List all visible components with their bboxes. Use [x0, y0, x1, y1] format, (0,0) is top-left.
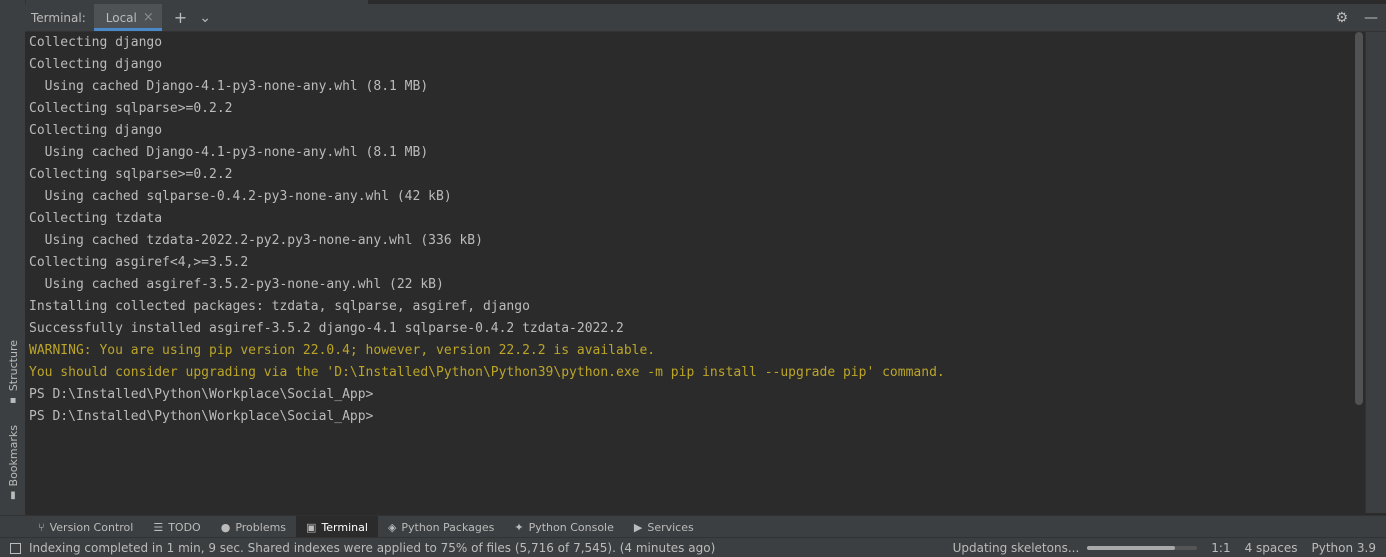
services-icon: ▶ — [633, 520, 643, 534]
bookmarks-tab-label: Bookmarks — [6, 425, 20, 487]
status-bar: Indexing completed in 1 min, 9 sec. Shar… — [0, 537, 1386, 557]
terminal-line: Using cached Django-4.1-py3-none-any.whl… — [29, 79, 429, 94]
bookmark-icon: ▮ — [10, 490, 16, 502]
terminal-line: Collecting django — [29, 57, 163, 72]
close-icon[interactable]: × — [143, 10, 154, 25]
terminal-line: Using cached tzdata-2022.2-py2.py3-none-… — [29, 233, 483, 248]
terminal-icon: ▣ — [306, 520, 317, 534]
tool-tab-terminal[interactable]: ▣ Terminal — [296, 516, 378, 538]
terminal-line: WARNING: You are using pip version 22.0.… — [29, 343, 656, 358]
terminal-line: Collecting sqlparse>=0.2.2 — [29, 167, 233, 182]
chevron-down-icon[interactable]: ⌄ — [199, 10, 211, 26]
indent-setting[interactable]: 4 spaces — [1245, 541, 1298, 555]
tool-tab-label: Terminal — [321, 520, 368, 534]
tool-tab-label: Services — [647, 520, 694, 534]
tool-tab-label: Python Console — [528, 520, 614, 534]
terminal-line: Collecting django — [29, 35, 163, 50]
header-actions: ⚙ — — [1335, 4, 1378, 31]
terminal-line: Using cached sqlparse-0.4.2-py3-none-any… — [29, 189, 452, 204]
layers-icon: ◈ — [387, 520, 397, 534]
tool-tab-problems[interactable]: ● Problems — [211, 516, 296, 538]
terminal-line: Using cached asgiref-3.5.2-py3-none-any.… — [29, 277, 444, 292]
tool-tab-label: TODO — [168, 520, 201, 534]
status-message[interactable]: Indexing completed in 1 min, 9 sec. Shar… — [29, 541, 715, 555]
tool-tab-label: Python Packages — [401, 520, 495, 534]
right-tool-strip — [1365, 32, 1386, 513]
problems-icon: ● — [220, 520, 231, 534]
python-icon: ✦ — [514, 520, 524, 534]
structure-icon: ▪ — [9, 395, 17, 407]
list-icon: ☰ — [153, 520, 164, 534]
tool-tab-label: Problems — [235, 520, 287, 534]
terminal-header: Terminal: Local × + ⌄ ⚙ — — [25, 4, 1386, 32]
indexing-status-icon[interactable] — [10, 542, 21, 554]
ide-window: Structure ▪ Bookmarks ▮ Terminal: Local … — [0, 0, 1386, 557]
structure-tab[interactable]: Structure ▪ — [4, 340, 22, 406]
terminal-output[interactable]: Collecting django Collecting django Using… — [25, 32, 1353, 513]
terminal-line: Successfully installed asgiref-3.5.2 dja… — [29, 321, 624, 336]
tool-tab-python-packages[interactable]: ◈ Python Packages — [378, 516, 504, 538]
terminal-title: Terminal: — [31, 10, 86, 25]
structure-tab-label: Structure — [6, 340, 20, 392]
tool-tab-todo[interactable]: ☰ TODO — [143, 516, 210, 538]
tool-tab-python-console[interactable]: ✦ Python Console — [504, 516, 624, 538]
tool-window-bar: ⑂ Version Control ☰ TODO ● Problems ▣ Terminal ◈… — [0, 515, 1386, 538]
terminal-line: You should consider upgrading via the 'D… — [29, 365, 945, 380]
background-task-progress[interactable] — [1087, 546, 1198, 550]
caret-position[interactable]: 1:1 — [1211, 541, 1230, 555]
add-icon[interactable]: + — [174, 8, 187, 27]
terminal-line: Collecting asgiref<4,>=3.5.2 — [29, 255, 249, 270]
left-tool-strip: Structure ▪ Bookmarks ▮ — [0, 0, 26, 515]
tab-local[interactable]: Local × — [93, 4, 162, 31]
terminal-line: Collecting sqlparse>=0.2.2 — [29, 101, 233, 116]
tool-tab-label: Version Control — [49, 520, 134, 534]
interpreter-selector[interactable]: Python 3.9 — [1312, 541, 1377, 555]
scrollbar-thumb[interactable] — [1355, 32, 1363, 405]
tool-tab-services[interactable]: ▶ Services — [624, 516, 704, 538]
tool-tab-version-control[interactable]: ⑂ Version Control — [28, 516, 143, 538]
progress-fill — [1087, 546, 1176, 550]
terminal-line: Collecting tzdata — [29, 211, 163, 226]
terminal-line: Using cached Django-4.1-py3-none-any.whl… — [29, 145, 429, 160]
terminal-line: PS D:\Installed\Python\Workplace\Social_… — [29, 409, 374, 424]
branch-icon: ⑂ — [38, 520, 45, 534]
gear-icon[interactable]: ⚙ — [1335, 10, 1348, 26]
terminal-line: Collecting django — [29, 123, 163, 138]
terminal-line: Installing collected packages: tzdata, s… — [29, 299, 530, 314]
minimize-icon[interactable]: — — [1364, 10, 1378, 26]
background-task-label[interactable]: Updating skeletons... — [953, 541, 1080, 555]
tab-local-label: Local — [105, 10, 137, 25]
bookmarks-tab[interactable]: Bookmarks ▮ — [4, 425, 22, 501]
terminal-line: PS D:\Installed\Python\Workplace\Social_… — [29, 387, 374, 402]
vertical-scrollbar[interactable] — [1354, 32, 1364, 513]
